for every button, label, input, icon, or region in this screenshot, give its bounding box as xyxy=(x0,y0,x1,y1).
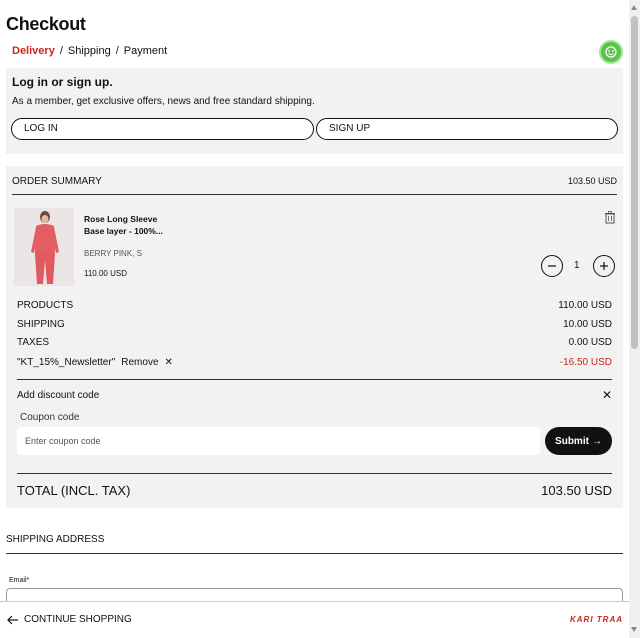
page-title: Checkout xyxy=(6,14,86,34)
taxes-label: TAXES xyxy=(17,337,50,348)
close-icon[interactable]: ✕ xyxy=(602,388,612,402)
shipping-label: SHIPPING xyxy=(17,319,65,330)
products-label: PRODUCTS xyxy=(17,300,74,311)
breadcrumb-separator: / xyxy=(59,45,63,57)
divider xyxy=(12,194,617,195)
scrollbar[interactable] xyxy=(629,0,640,638)
scrollbar-thumb[interactable] xyxy=(631,16,638,349)
scroll-down-arrow-icon[interactable] xyxy=(631,627,637,632)
total-label: TOTAL (INCL. TAX) xyxy=(17,483,131,498)
breadcrumb-payment[interactable]: Payment xyxy=(124,45,167,57)
product-name[interactable]: Rose Long Sleeve Base layer - 100%... xyxy=(84,213,174,237)
bottom-bar: CONTINUE SHOPPING KARI TRAA xyxy=(0,601,629,638)
plus-icon xyxy=(600,262,608,270)
checkout-page: Checkout Delivery / Shipping / Payment L… xyxy=(0,0,629,638)
submit-coupon-button[interactable]: Submit → xyxy=(545,427,612,455)
login-description: As a member, get exclusive offers, news … xyxy=(12,96,315,107)
product-image[interactable] xyxy=(14,208,74,286)
taxes-value: 0.00 USD xyxy=(568,337,612,348)
minus-icon xyxy=(548,265,556,267)
quantity-value: 1 xyxy=(574,260,580,271)
coupon-row: "KT_15%_Newsletter" Remove ✕ -16.50 USD xyxy=(17,357,612,368)
scroll-up-arrow-icon[interactable] xyxy=(631,5,637,10)
order-summary-heading: ORDER SUMMARY xyxy=(12,176,102,187)
divider xyxy=(6,553,623,554)
shipping-address-heading: SHIPPING ADDRESS xyxy=(6,534,105,545)
coupon-name: "KT_15%_Newsletter" xyxy=(17,357,116,368)
arrow-left-icon[interactable] xyxy=(6,613,20,627)
coupon-code-input[interactable] xyxy=(17,427,540,455)
continue-shopping-link[interactable]: CONTINUE SHOPPING xyxy=(24,614,132,625)
trash-icon[interactable] xyxy=(603,210,617,224)
add-discount-toggle[interactable]: Add discount code xyxy=(17,390,99,401)
divider xyxy=(17,379,612,380)
taxes-row: TAXES 0.00 USD xyxy=(17,337,612,348)
arrow-right-icon: → xyxy=(591,435,602,447)
divider xyxy=(17,473,612,474)
shipping-row: SHIPPING 10.00 USD xyxy=(17,319,612,330)
coupon-discount-value: -16.50 USD xyxy=(559,357,612,368)
order-summary: ORDER SUMMARY 103.50 USD Rose Long Sleev… xyxy=(6,166,623,508)
product-price: 110.00 USD xyxy=(84,269,127,278)
breadcrumb-delivery[interactable]: Delivery xyxy=(12,45,55,57)
breadcrumb-shipping[interactable]: Shipping xyxy=(68,45,111,57)
close-icon[interactable]: ✕ xyxy=(165,357,173,368)
applied-coupon: "KT_15%_Newsletter" Remove ✕ xyxy=(17,357,173,368)
email-label: Email* xyxy=(9,577,30,584)
log-in-button[interactable]: LOG IN xyxy=(11,118,314,140)
breadcrumb: Delivery / Shipping / Payment xyxy=(12,45,167,57)
login-title: Log in or sign up. xyxy=(12,75,113,89)
submit-label: Submit xyxy=(555,435,589,447)
chat-help-icon[interactable] xyxy=(599,40,623,64)
total-row: TOTAL (INCL. TAX) 103.50 USD xyxy=(17,483,612,498)
order-summary-total: 103.50 USD xyxy=(567,176,617,186)
breadcrumb-separator: / xyxy=(115,45,119,57)
coupon-code-label: Coupon code xyxy=(20,412,80,423)
products-value: 110.00 USD xyxy=(558,300,612,311)
login-panel: Log in or sign up. As a member, get excl… xyxy=(6,68,623,154)
product-variant: BERRY PINK, S xyxy=(84,249,142,258)
quantity-increase-button[interactable] xyxy=(593,255,615,277)
shipping-value: 10.00 USD xyxy=(563,319,612,330)
total-value: 103.50 USD xyxy=(541,483,612,498)
sign-up-button[interactable]: SIGN UP xyxy=(316,118,618,140)
brand-logo[interactable]: KARI TRAA xyxy=(570,615,623,624)
products-row: PRODUCTS 110.00 USD xyxy=(17,300,612,311)
remove-coupon-link[interactable]: Remove xyxy=(121,357,158,368)
quantity-decrease-button[interactable] xyxy=(541,255,563,277)
